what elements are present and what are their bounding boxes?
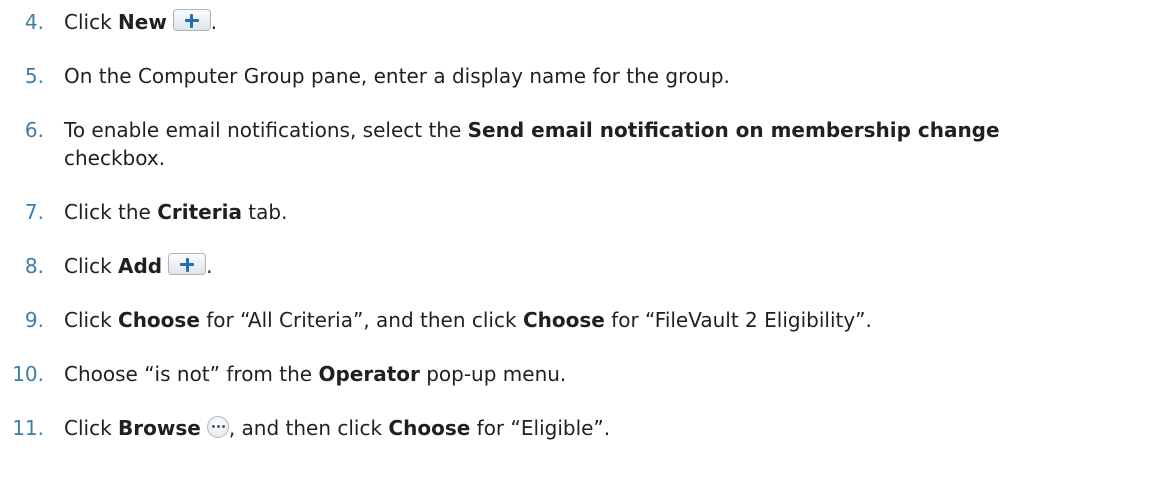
step-number: 8. [24, 254, 44, 278]
step-text: Click Add. [64, 253, 213, 278]
choose-label: Choose [522, 308, 605, 332]
browse-ellipsis-icon [206, 416, 229, 438]
step-number: 9. [24, 308, 44, 332]
step-number: 5. [24, 64, 44, 88]
new-plus-icon [172, 9, 211, 31]
criteria-label: Criteria [157, 200, 242, 224]
new-label: New [118, 10, 167, 34]
send-email-notification-label: Send email notification on membership ch… [467, 118, 1000, 142]
step-text: On the Computer Group pane, enter a disp… [64, 64, 730, 88]
choose-label: Choose [118, 308, 200, 332]
step-text: Click the Criteria tab. [64, 200, 288, 224]
step-number: 7. [24, 200, 44, 224]
step-number: 10. [12, 362, 44, 386]
add-label: Add [118, 254, 163, 278]
step-text: To enable email notifications, select th… [64, 118, 1000, 170]
step-text: Click Browse, and then click Choose for … [64, 416, 611, 440]
operator-label: Operator [318, 362, 420, 386]
step-number: 6. [24, 118, 44, 142]
add-plus-icon [168, 253, 207, 275]
step-number: 4. [24, 10, 44, 34]
step-text: Click New. [64, 9, 218, 34]
step-text: Click Choose for “All Criteria”, and the… [64, 308, 872, 332]
step-text: Choose “is not” from the Operator pop-up… [64, 362, 567, 386]
step-number: 11. [12, 416, 44, 440]
choose-label: Choose [388, 416, 471, 440]
browse-label: Browse [118, 416, 201, 440]
